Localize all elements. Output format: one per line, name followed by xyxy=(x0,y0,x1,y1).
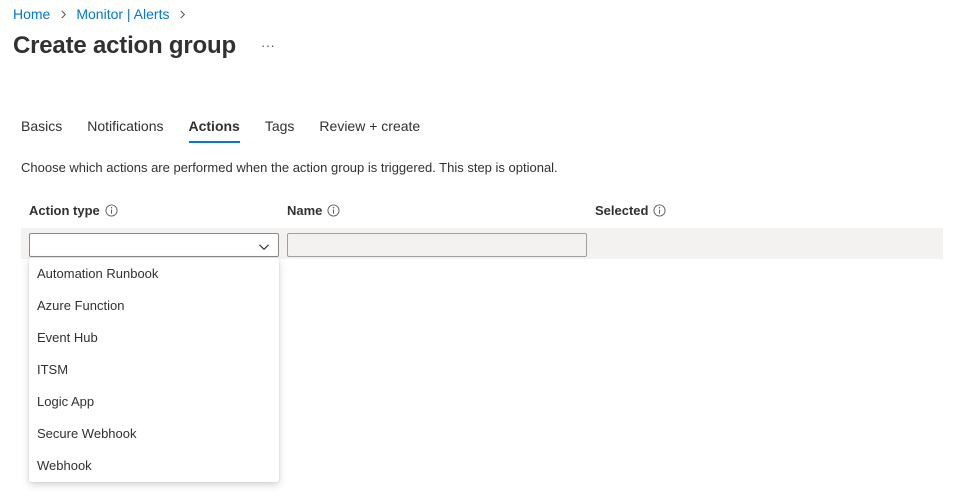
step-description: Choose which actions are performed when … xyxy=(21,160,558,175)
column-header-action-type: Action type xyxy=(29,203,118,218)
action-type-dropdown[interactable] xyxy=(29,233,279,257)
option-event-hub[interactable]: Event Hub xyxy=(29,322,279,354)
chevron-right-icon xyxy=(54,5,72,23)
chevron-down-icon xyxy=(258,240,270,252)
option-itsm[interactable]: ITSM xyxy=(29,354,279,386)
column-header-name: Name xyxy=(287,203,340,218)
chevron-right-icon xyxy=(173,5,191,23)
more-ellipsis-icon[interactable]: ··· xyxy=(258,35,278,55)
option-secure-webhook[interactable]: Secure Webhook xyxy=(29,418,279,450)
action-name-input xyxy=(287,233,587,257)
breadcrumb: Home Monitor | Alerts xyxy=(13,5,195,23)
column-header-label: Name xyxy=(287,203,323,218)
action-type-options-list: Automation Runbook Azure Function Event … xyxy=(29,258,279,482)
info-icon[interactable] xyxy=(327,204,340,217)
info-icon[interactable] xyxy=(653,204,667,217)
tab-review-create[interactable]: Review + create xyxy=(319,116,420,144)
breadcrumb-monitor-alerts-link[interactable]: Monitor | Alerts xyxy=(76,6,169,22)
tab-basics[interactable]: Basics xyxy=(21,116,62,144)
tab-notifications[interactable]: Notifications xyxy=(87,116,163,144)
breadcrumb-home-link[interactable]: Home xyxy=(13,6,50,22)
column-header-label: Action type xyxy=(29,203,100,218)
title-row: Create action group ··· xyxy=(13,32,278,60)
tab-bar: Basics Notifications Actions Tags Review… xyxy=(21,116,445,144)
tab-tags[interactable]: Tags xyxy=(265,116,295,144)
option-logic-app[interactable]: Logic App xyxy=(29,386,279,418)
page-title: Create action group xyxy=(13,32,236,59)
option-automation-runbook[interactable]: Automation Runbook xyxy=(29,258,279,290)
column-header-selected: Selected xyxy=(595,203,667,218)
option-webhook[interactable]: Webhook xyxy=(29,450,279,482)
option-azure-function[interactable]: Azure Function xyxy=(29,290,279,322)
column-header-label: Selected xyxy=(595,203,649,218)
tab-actions[interactable]: Actions xyxy=(188,116,241,144)
info-icon[interactable] xyxy=(105,204,118,217)
